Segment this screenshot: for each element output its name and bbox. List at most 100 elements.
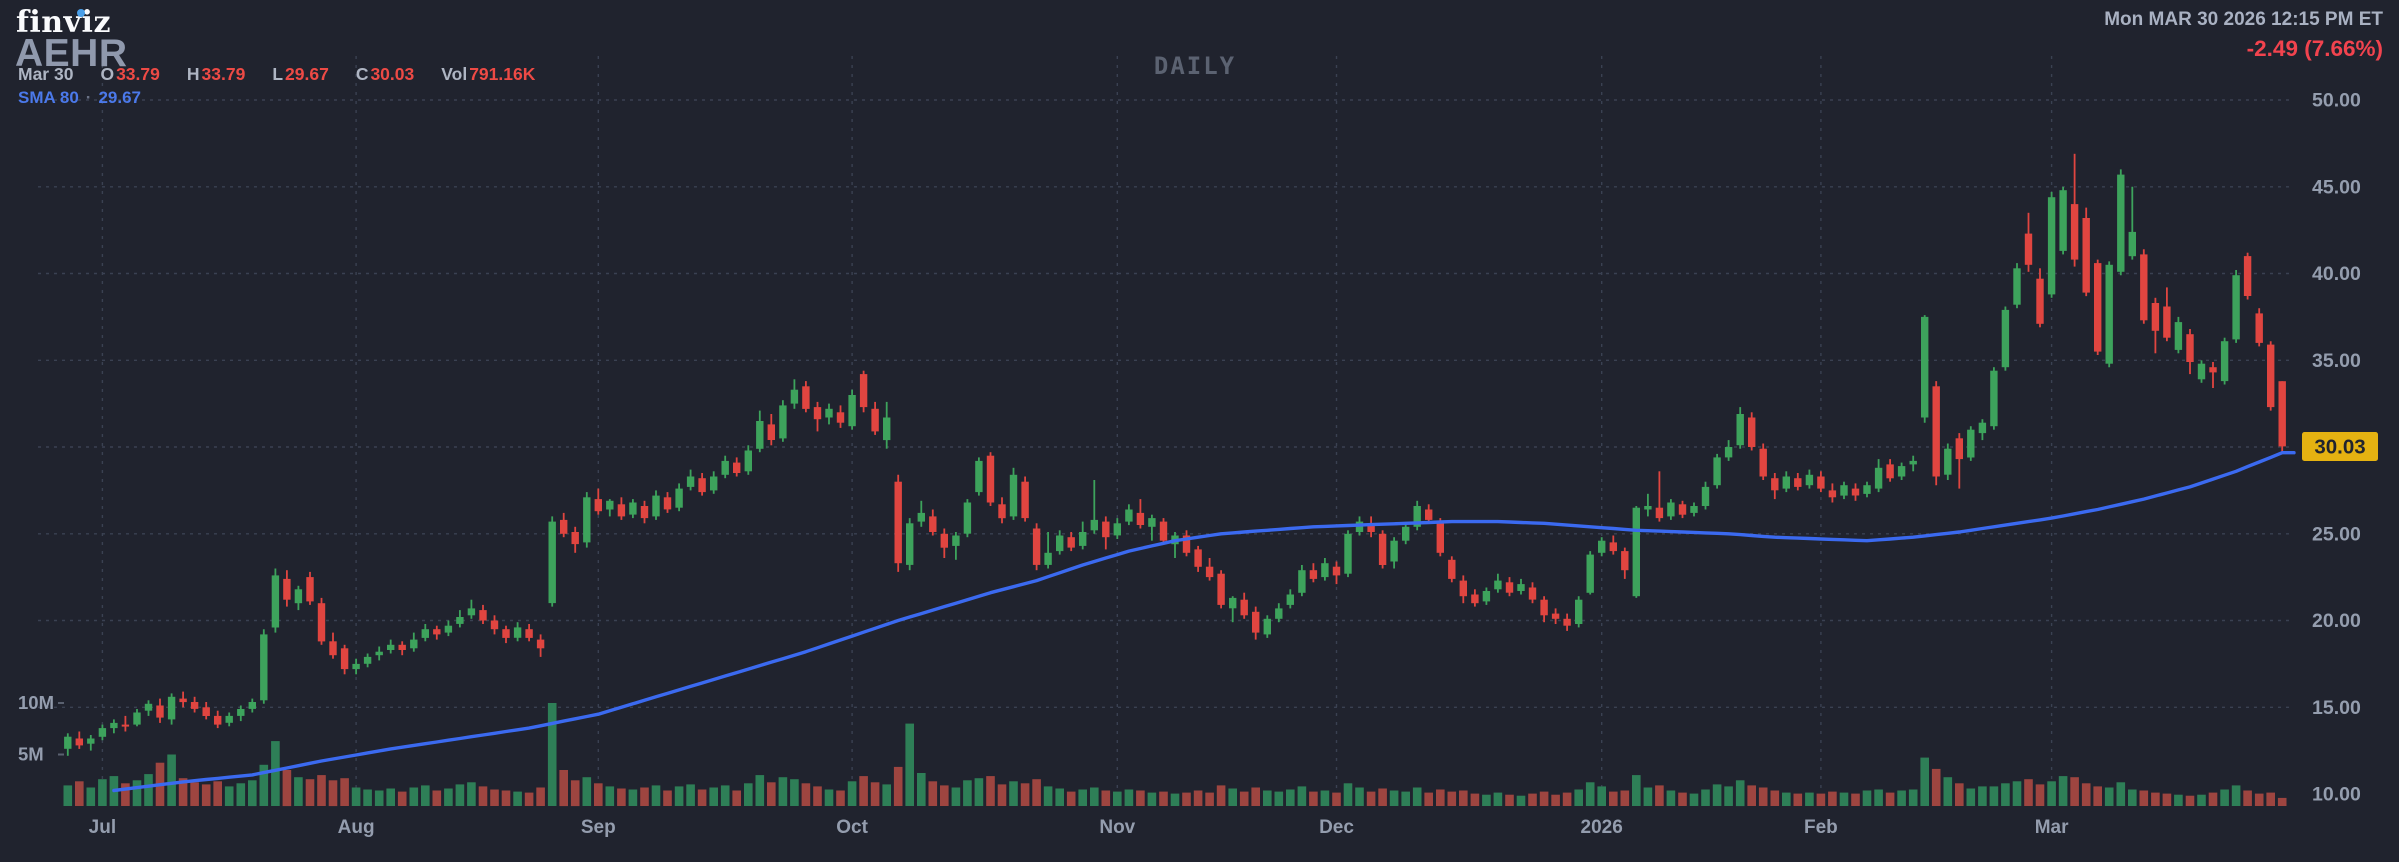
volume-bar: [2197, 795, 2206, 806]
volume-bar: [825, 790, 834, 807]
volume-bar: [1136, 791, 1145, 807]
volume-bar: [1644, 788, 1653, 807]
volume-bar: [1401, 792, 1410, 806]
volume-bar: [1747, 785, 1756, 806]
volume-bar: [213, 781, 222, 806]
volume-bar: [1286, 790, 1295, 807]
month-label: 2026: [1581, 817, 1623, 838]
volume-bar: [975, 778, 984, 806]
volume-bar: [1678, 793, 1687, 806]
volume-bar: [502, 791, 511, 807]
volume-bar: [871, 782, 880, 806]
volume-bar: [559, 770, 568, 806]
volume-bar: [444, 789, 453, 807]
month-label: Aug: [338, 817, 375, 838]
volume-bar: [2140, 791, 2149, 807]
volume-bar: [767, 782, 776, 806]
volume-bar: [1448, 792, 1457, 806]
volume-bar: [2174, 795, 2183, 806]
volume-bar: [1298, 786, 1307, 806]
volume-bar: [1424, 793, 1433, 806]
volume-bar: [732, 791, 741, 807]
price-tick-label: 45.00: [2312, 176, 2361, 198]
volume-bar: [1932, 769, 1941, 806]
volume-bar: [2151, 793, 2160, 806]
price-tick-label: 10.00: [2312, 784, 2361, 806]
open-quote: O33.79: [100, 64, 159, 85]
volume-bar: [1563, 793, 1572, 806]
month-label: Oct: [836, 817, 868, 838]
price-chart[interactable]: JulAugSepOctNovDec2026FebMar50.0045.0040…: [0, 0, 2399, 862]
volume-bar: [756, 775, 765, 806]
volume-bar: [1090, 788, 1099, 807]
volume-bar: [998, 784, 1007, 806]
volume-bar: [2128, 790, 2137, 807]
volume-bar: [583, 777, 592, 806]
volume-bar: [1736, 780, 1745, 806]
volume-bar: [2001, 783, 2010, 806]
volume-bar: [1102, 791, 1111, 807]
volume-bar: [1436, 790, 1445, 807]
volume-bar: [548, 703, 557, 806]
volume-bar: [2059, 776, 2068, 806]
volume-bar: [398, 792, 407, 806]
sma-legend-label: SMA 80: [18, 88, 79, 108]
price-gridlines: [38, 100, 2290, 707]
volume-bar: [237, 783, 246, 806]
volume-bar: [352, 788, 361, 807]
volume-bar: [1067, 792, 1076, 806]
volume-bar: [1309, 792, 1318, 806]
volume-bar: [1494, 793, 1503, 806]
low-quote: L29.67: [272, 64, 329, 85]
volume-bar: [2024, 779, 2033, 806]
volume-bar: [882, 784, 891, 806]
volume-bar: [1390, 791, 1399, 807]
volume-tick-label: 10M: [18, 692, 54, 713]
volume-bar: [225, 786, 234, 806]
volume-bar: [1621, 791, 1630, 807]
volume-bar: [848, 781, 857, 806]
price-tick-label: 50.00: [2312, 90, 2361, 112]
volume-bar: [2036, 784, 2045, 806]
volume-bar: [1713, 784, 1722, 806]
volume-bar: [1874, 790, 1883, 807]
volume-bar: [1967, 789, 1976, 807]
volume-bar: [1171, 794, 1180, 806]
volume-bar: [2186, 796, 2195, 806]
volume-bar: [1251, 788, 1260, 807]
volume-bar: [571, 780, 580, 806]
volume-bars: [64, 703, 2287, 806]
volume-bar: [1471, 794, 1480, 806]
volume-bar: [2163, 794, 2172, 806]
volume-bar: [790, 779, 799, 806]
volume-bar: [2209, 793, 2218, 806]
month-label: Jul: [89, 817, 116, 838]
volume-bar: [1840, 793, 1849, 806]
volume-bar: [1344, 783, 1353, 806]
volume-bar: [1794, 794, 1803, 806]
price-tick-label: 40.00: [2312, 263, 2361, 285]
volume-bar: [1263, 791, 1272, 807]
volume-bar: [606, 786, 615, 806]
volume-bar: [1978, 786, 1987, 806]
volume-bar: [1459, 791, 1468, 807]
volume-bar: [894, 767, 903, 806]
volume-bar: [1655, 785, 1664, 806]
volume-bar: [2278, 798, 2287, 806]
volume-bar: [1609, 792, 1618, 806]
volume-bar: [986, 776, 995, 806]
volume-bar: [536, 788, 545, 807]
volume-bar: [2266, 793, 2275, 806]
volume-bar: [744, 783, 753, 806]
volume-bar: [294, 777, 303, 806]
volume-bar: [779, 777, 788, 806]
volume-bar: [1413, 788, 1422, 807]
month-label: Feb: [1804, 817, 1838, 838]
month-label: Dec: [1319, 817, 1354, 838]
volume-bar: [1125, 790, 1134, 807]
volume-bar: [1759, 788, 1768, 807]
volume-bar: [190, 782, 199, 806]
volume-bar: [929, 781, 938, 806]
volume-bar: [917, 773, 926, 806]
volume-bar: [283, 770, 292, 806]
